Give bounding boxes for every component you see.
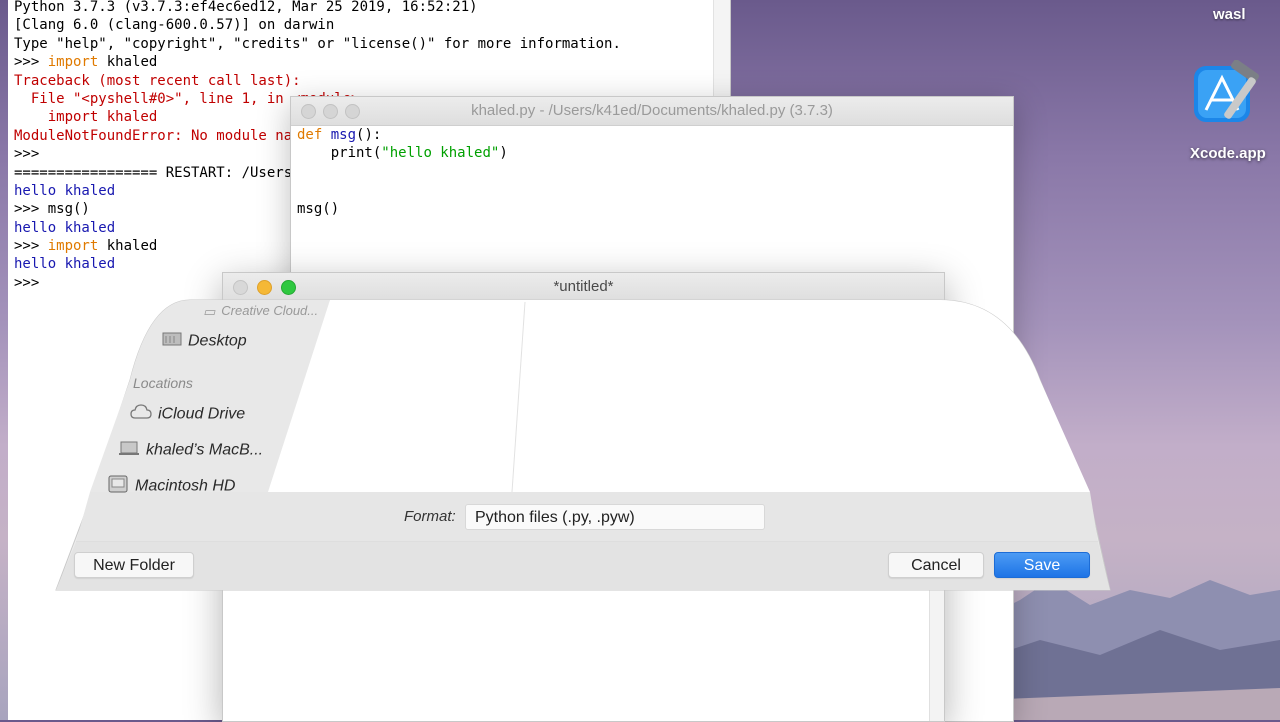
new-folder-button[interactable]: New Folder [74,552,194,578]
laptop-icon [118,440,140,461]
cancel-button[interactable]: Cancel [888,552,984,578]
sidebar-item-macintosh-hd[interactable]: Macintosh HD [107,475,235,498]
sidebar-item-macbook[interactable]: khaled’s MacB... [118,440,263,461]
cloud-icon [130,404,152,425]
save-dialog-sheet[interactable]: ▭ Creative Cloud... Desktop Locations iCl… [0,0,1280,720]
format-select[interactable]: Python files (.py, .pyw) [465,504,765,530]
format-label: Format: [404,508,456,525]
hard-drive-icon [107,475,129,498]
desktop-folder-icon [162,331,182,352]
save-dialog-surface [55,299,1111,591]
save-button[interactable]: Save [994,552,1090,578]
folder-icon: ▭ [203,303,216,319]
sidebar-item-desktop[interactable]: Desktop [162,331,247,352]
sidebar-item-creative-cloud[interactable]: ▭ Creative Cloud... [203,303,318,320]
sidebar-locations-header: Locations [133,375,193,391]
sidebar-item-icloud[interactable]: iCloud Drive [130,404,245,425]
